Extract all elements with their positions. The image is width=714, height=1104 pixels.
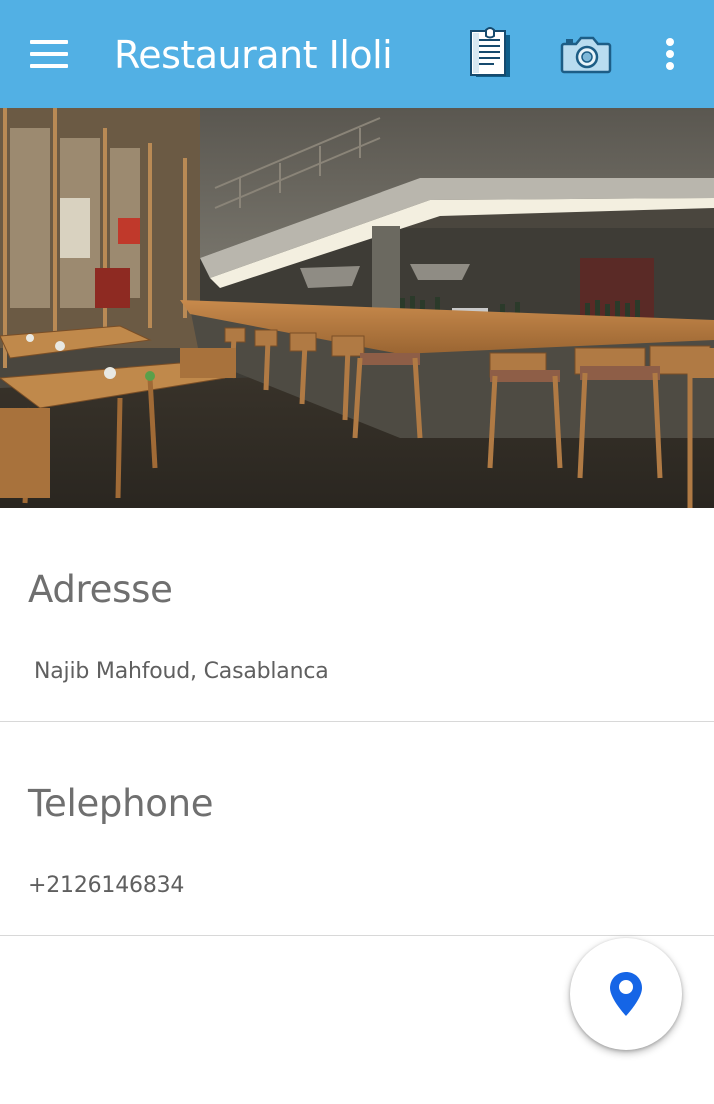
map-pin-icon xyxy=(610,972,642,1016)
app-bar: Restaurant Iloli xyxy=(0,0,714,108)
camera-button[interactable] xyxy=(558,32,614,76)
restaurant-photo xyxy=(0,108,714,508)
overflow-menu-button[interactable] xyxy=(656,32,684,76)
map-location-button[interactable] xyxy=(570,938,682,1050)
address-value: Najib Mahfoud, Casablanca xyxy=(34,659,329,684)
camera-icon xyxy=(560,36,612,74)
page-title: Restaurant Iloli xyxy=(114,33,393,77)
telephone-value[interactable]: +2126146834 xyxy=(28,873,184,898)
menu-button[interactable] xyxy=(28,34,72,74)
telephone-divider xyxy=(0,935,714,936)
address-label: Adresse xyxy=(28,568,173,611)
telephone-label: Telephone xyxy=(28,782,214,825)
notes-button[interactable] xyxy=(462,26,518,82)
address-divider xyxy=(0,721,714,722)
notes-document-icon xyxy=(470,27,510,77)
